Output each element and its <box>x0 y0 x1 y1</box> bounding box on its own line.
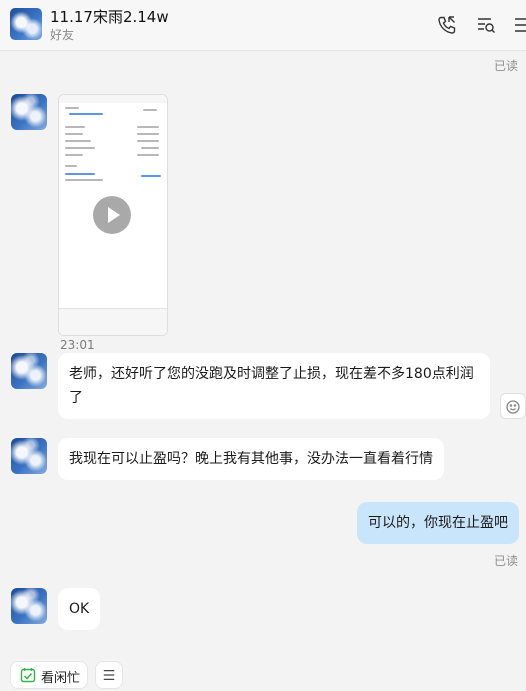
thumb-line <box>69 113 103 115</box>
emoji-icon <box>506 400 520 414</box>
menu-icon <box>103 670 115 680</box>
contact-avatar[interactable] <box>11 353 47 389</box>
calendar-check-icon <box>20 668 36 683</box>
chat-title[interactable]: 11.17宋雨2.14w <box>50 6 169 27</box>
video-thumb-navbar <box>59 308 167 335</box>
busy-status-button[interactable]: 看闲忙 <box>10 661 88 689</box>
contact-avatar[interactable] <box>11 438 47 474</box>
message-text: OK <box>69 601 90 617</box>
thumb-line <box>65 147 95 149</box>
chat-header: 11.17宋雨2.14w 好友 <box>0 0 526 51</box>
reaction-button[interactable] <box>500 393 526 419</box>
thumb-line <box>137 126 159 128</box>
message-text: 可以的，你现在止盈吧 <box>368 515 508 531</box>
message-text: 我现在可以止盈吗？晚上我有其他事，没办法一直看着行情 <box>69 451 433 467</box>
thumb-line <box>143 109 157 111</box>
video-message[interactable] <box>58 94 168 336</box>
play-icon[interactable] <box>93 196 131 234</box>
contact-avatar[interactable] <box>10 8 42 40</box>
read-status: 已读 <box>493 59 518 73</box>
contact-avatar[interactable] <box>11 94 47 130</box>
thumb-line <box>65 165 77 167</box>
message-text: 了 <box>69 390 83 406</box>
thumb-line <box>65 179 103 181</box>
call-icon[interactable] <box>436 14 458 36</box>
thumb-line <box>65 107 79 109</box>
message-bubble[interactable]: 我现在可以止盈吗？晚上我有其他事，没办法一直看着行情 <box>58 438 444 480</box>
search-history-icon[interactable] <box>475 14 497 36</box>
menu-button[interactable] <box>95 661 123 689</box>
message-bubble[interactable]: OK <box>58 588 100 630</box>
thumb-line <box>65 126 85 128</box>
busy-status-label: 看闲忙 <box>41 671 81 686</box>
message-bubble[interactable]: 老师，还好听了您的没跑及时调整了止损，现在差不多180点利润 了 <box>58 353 490 419</box>
thumb-line <box>141 147 159 149</box>
video-timestamp: 23:01 <box>60 338 95 352</box>
thumb-line <box>65 133 83 135</box>
contact-avatar[interactable] <box>11 588 47 624</box>
chat-subtitle: 好友 <box>50 28 75 42</box>
message-text: 老师，还好听了您的没跑及时调整了止损，现在差不多180点利润 <box>69 366 474 382</box>
thumb-line <box>141 175 161 177</box>
thumb-line <box>137 140 159 142</box>
more-icon[interactable] <box>512 14 526 36</box>
thumb-line <box>65 154 83 156</box>
video-thumb-statusbar <box>59 95 167 103</box>
read-status: 已读 <box>493 554 518 568</box>
thumb-line <box>137 133 159 135</box>
my-message-bubble[interactable]: 可以的，你现在止盈吧 <box>357 502 519 544</box>
thumb-line <box>65 140 91 142</box>
thumb-line <box>137 154 159 156</box>
thumb-line <box>65 173 95 175</box>
